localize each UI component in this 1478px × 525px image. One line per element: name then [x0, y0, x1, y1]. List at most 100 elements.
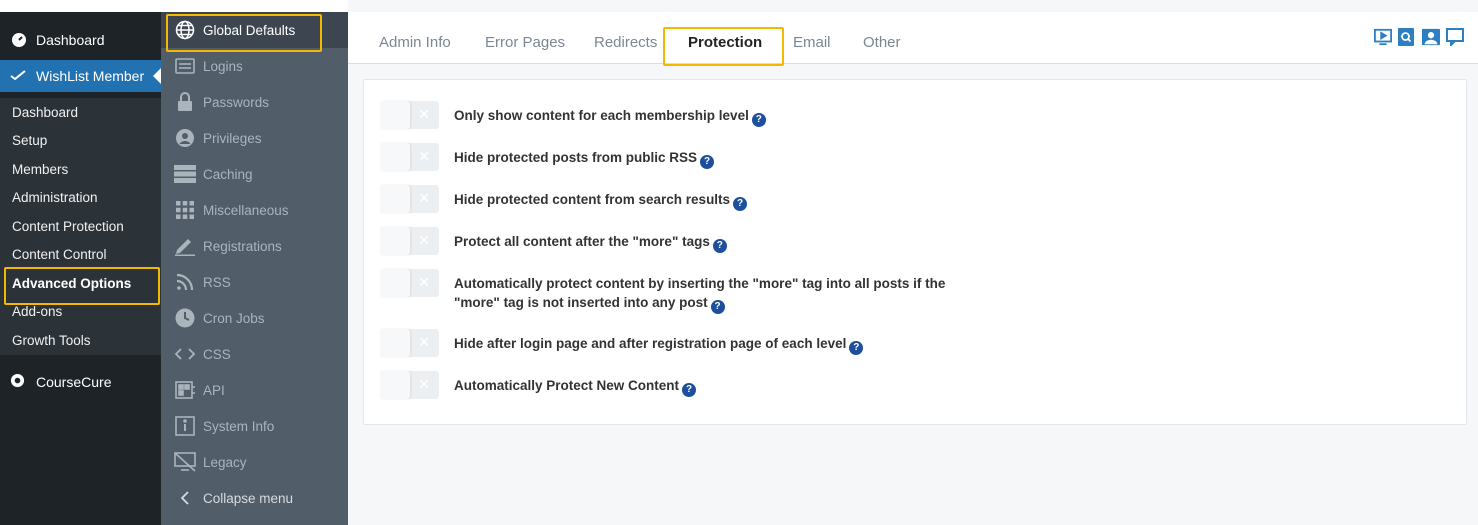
login-form-icon: [174, 55, 196, 77]
wp-menu-wishlist[interactable]: WishList Member: [0, 60, 161, 92]
tab-redirects[interactable]: Redirects: [594, 34, 657, 51]
help-icon[interactable]: ?: [700, 154, 715, 169]
wp-submenu-add-ons[interactable]: Add-ons: [0, 298, 161, 327]
monitor-off-icon: [174, 451, 196, 473]
wl-nav-miscellaneous[interactable]: Miscellaneous: [161, 192, 348, 228]
video-tutorial-icon[interactable]: [1374, 28, 1392, 46]
wl-nav-api[interactable]: API: [161, 372, 348, 408]
current-menu-arrow-icon: [153, 68, 161, 84]
setting-toggle[interactable]: ✕: [380, 269, 439, 297]
setting-label-text: Hide protected content from search resul…: [454, 192, 731, 207]
wp-submenu-content-control[interactable]: Content Control: [0, 241, 161, 270]
server-stack-icon: [174, 163, 196, 185]
setting-toggle[interactable]: ✕: [380, 227, 439, 255]
setting-row: ✕ Automatically Protect New Content?: [380, 371, 984, 399]
collapse-menu-button[interactable]: Collapse menu: [161, 480, 348, 516]
wp-submenu-growth-tools[interactable]: Growth Tools: [0, 326, 161, 355]
wp-menu-dashboard[interactable]: Dashboard: [0, 26, 161, 54]
rss-icon: [174, 271, 196, 293]
coursecure-icon: [10, 373, 28, 391]
setting-label-text: Hide protected posts from public RSS: [454, 150, 698, 165]
setting-toggle[interactable]: ✕: [380, 371, 439, 399]
code-brackets-icon: [174, 343, 196, 365]
wl-nav-system-info[interactable]: System Info: [161, 408, 348, 444]
wl-nav-label: System Info: [203, 418, 275, 434]
setting-label: Automatically protect content by inserti…: [454, 274, 984, 314]
setting-toggle[interactable]: ✕: [380, 329, 439, 357]
help-icon[interactable]: ?: [849, 340, 864, 355]
wl-nav-caching[interactable]: Caching: [161, 156, 348, 192]
wp-submenu-administration[interactable]: Administration: [0, 184, 161, 213]
wl-nav-label: Legacy: [203, 454, 247, 470]
wl-nav-passwords[interactable]: Passwords: [161, 84, 348, 120]
tab-admin-info[interactable]: Admin Info: [379, 34, 451, 51]
setting-toggle[interactable]: ✕: [380, 185, 439, 213]
setting-row: ✕ Only show content for each membership …: [380, 101, 984, 129]
chat-message-icon[interactable]: [1446, 28, 1464, 46]
dashboard-icon: [10, 31, 28, 49]
grid-icon: [174, 199, 196, 221]
wl-nav-label: Global Defaults: [203, 22, 296, 38]
globe-icon: [174, 19, 196, 41]
tab-other[interactable]: Other: [863, 34, 901, 51]
wl-nav-rss[interactable]: RSS: [161, 264, 348, 300]
tab-error-pages[interactable]: Error Pages: [485, 34, 565, 51]
wl-nav-legacy[interactable]: Legacy: [161, 444, 348, 480]
wl-nav-css[interactable]: CSS: [161, 336, 348, 372]
help-icon[interactable]: ?: [733, 196, 748, 211]
wl-nav-label: Registrations: [203, 238, 282, 254]
wl-nav-label: Privileges: [203, 130, 262, 146]
wp-admin-sidebar: Dashboard WishList Member Dashboard Setu…: [0, 12, 161, 525]
wp-menu-wishlist-label: WishList Member: [36, 68, 145, 84]
wl-nav-logins[interactable]: Logins: [161, 48, 348, 84]
wp-menu-coursecure[interactable]: CourseCure: [0, 367, 161, 397]
wl-nav-label: Miscellaneous: [203, 202, 289, 218]
help-icon[interactable]: ?: [712, 238, 727, 253]
setting-label: Automatically Protect New Content?: [454, 376, 984, 397]
lock-icon: [174, 91, 196, 113]
settings-tab-bar: Admin Info Error Pages Redirects Protect…: [348, 12, 1478, 64]
protection-settings-panel: ✕ Only show content for each membership …: [363, 79, 1467, 425]
wl-nav-privileges[interactable]: Privileges: [161, 120, 348, 156]
wishlist-settings-sidebar: Global Defaults Logins Passwords Privile…: [161, 12, 348, 525]
wl-nav-label: RSS: [203, 274, 231, 290]
support-user-icon[interactable]: [1422, 28, 1440, 46]
api-icon: [174, 379, 196, 401]
setting-label: Hide protected posts from public RSS?: [454, 148, 984, 169]
wp-submenu-dashboard[interactable]: Dashboard: [0, 98, 161, 127]
wl-nav-label: Cron Jobs: [203, 310, 265, 326]
tab-email[interactable]: Email: [793, 34, 831, 51]
toggle-off-x-icon: ✕: [418, 335, 430, 351]
search-doc-icon[interactable]: [1398, 28, 1416, 46]
toggle-off-x-icon: ✕: [418, 377, 430, 393]
chevron-left-icon: [174, 487, 196, 509]
help-icon[interactable]: ?: [751, 112, 766, 127]
wl-nav-global-defaults[interactable]: Global Defaults: [161, 12, 348, 48]
wp-submenu-advanced-options[interactable]: Advanced Options: [0, 269, 161, 298]
help-icon[interactable]: ?: [682, 382, 697, 397]
toggle-off-x-icon: ✕: [418, 233, 430, 249]
setting-label-text: Automatically Protect New Content: [454, 378, 680, 393]
collapse-menu-label: Collapse menu: [203, 490, 294, 506]
tab-protection[interactable]: Protection: [688, 34, 762, 51]
setting-label-text: Hide after login page and after registra…: [454, 336, 847, 351]
wp-submenu-setup[interactable]: Setup: [0, 127, 161, 156]
setting-toggle[interactable]: ✕: [380, 101, 439, 129]
setting-row: ✕ Hide protected content from search res…: [380, 185, 984, 213]
wp-submenu-members[interactable]: Members: [0, 155, 161, 184]
setting-toggle[interactable]: ✕: [380, 143, 439, 171]
setting-row: ✕ Protect all content after the "more" t…: [380, 227, 984, 255]
wl-nav-registrations[interactable]: Registrations: [161, 228, 348, 264]
setting-label: Hide after login page and after registra…: [454, 334, 984, 355]
wp-submenu: Dashboard Setup Members Administration C…: [0, 98, 161, 355]
help-icon[interactable]: ?: [710, 299, 725, 314]
setting-row: ✕ Hide after login page and after regist…: [380, 329, 984, 357]
wl-nav-cron-jobs[interactable]: Cron Jobs: [161, 300, 348, 336]
setting-label-text: Protect all content after the "more" tag…: [454, 234, 710, 249]
wp-submenu-content-protection[interactable]: Content Protection: [0, 212, 161, 241]
toggle-off-x-icon: ✕: [418, 191, 430, 207]
setting-row: ✕ Automatically protect content by inser…: [380, 269, 984, 314]
setting-label-text: Automatically protect content by inserti…: [454, 276, 946, 310]
clock-icon: [174, 307, 196, 329]
main-content: Admin Info Error Pages Redirects Protect…: [348, 0, 1478, 525]
